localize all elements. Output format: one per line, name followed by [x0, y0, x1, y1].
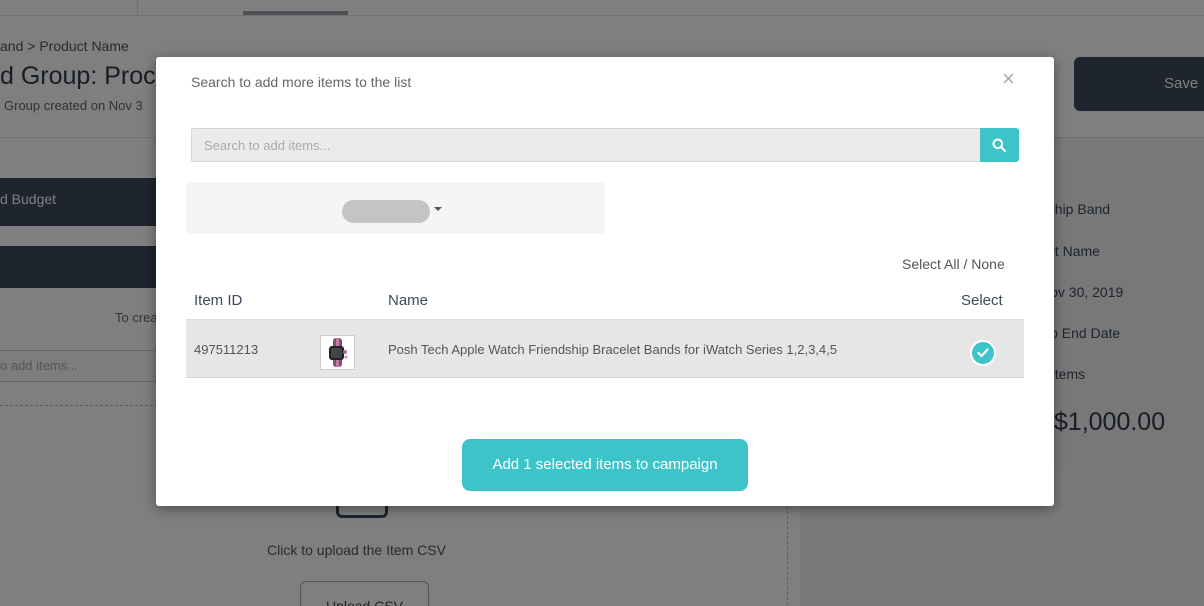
column-header-item-id: Item ID	[194, 292, 243, 309]
filter-dropdown[interactable]	[342, 200, 430, 223]
search-icon	[992, 138, 1006, 152]
filter-panel	[186, 182, 605, 234]
item-search-input[interactable]	[191, 128, 981, 162]
table-row[interactable]: 497511213 Posh Tech Apple Watch Friendsh…	[186, 320, 1024, 378]
caret-down-icon[interactable]	[434, 207, 442, 211]
modal-title: Search to add more items to the list	[191, 74, 412, 90]
add-selected-items-button[interactable]: Add 1 selected items to campaign	[462, 439, 748, 491]
add-items-modal: Search to add more items to the list × S…	[156, 57, 1054, 506]
close-icon[interactable]: ×	[1002, 68, 1015, 90]
item-search-bar	[191, 128, 1019, 162]
watch-band-image	[329, 338, 348, 367]
item-id-cell: 497511213	[194, 342, 259, 357]
product-thumbnail	[320, 335, 355, 370]
item-name-cell: Posh Tech Apple Watch Friendship Bracele…	[388, 342, 837, 357]
check-icon	[977, 348, 989, 358]
select-checkbox[interactable]	[970, 340, 996, 366]
column-header-name: Name	[388, 292, 429, 309]
column-header-select: Select	[961, 292, 1003, 309]
search-button[interactable]	[980, 128, 1019, 162]
select-all-none-link[interactable]: Select All / None	[902, 256, 1005, 272]
